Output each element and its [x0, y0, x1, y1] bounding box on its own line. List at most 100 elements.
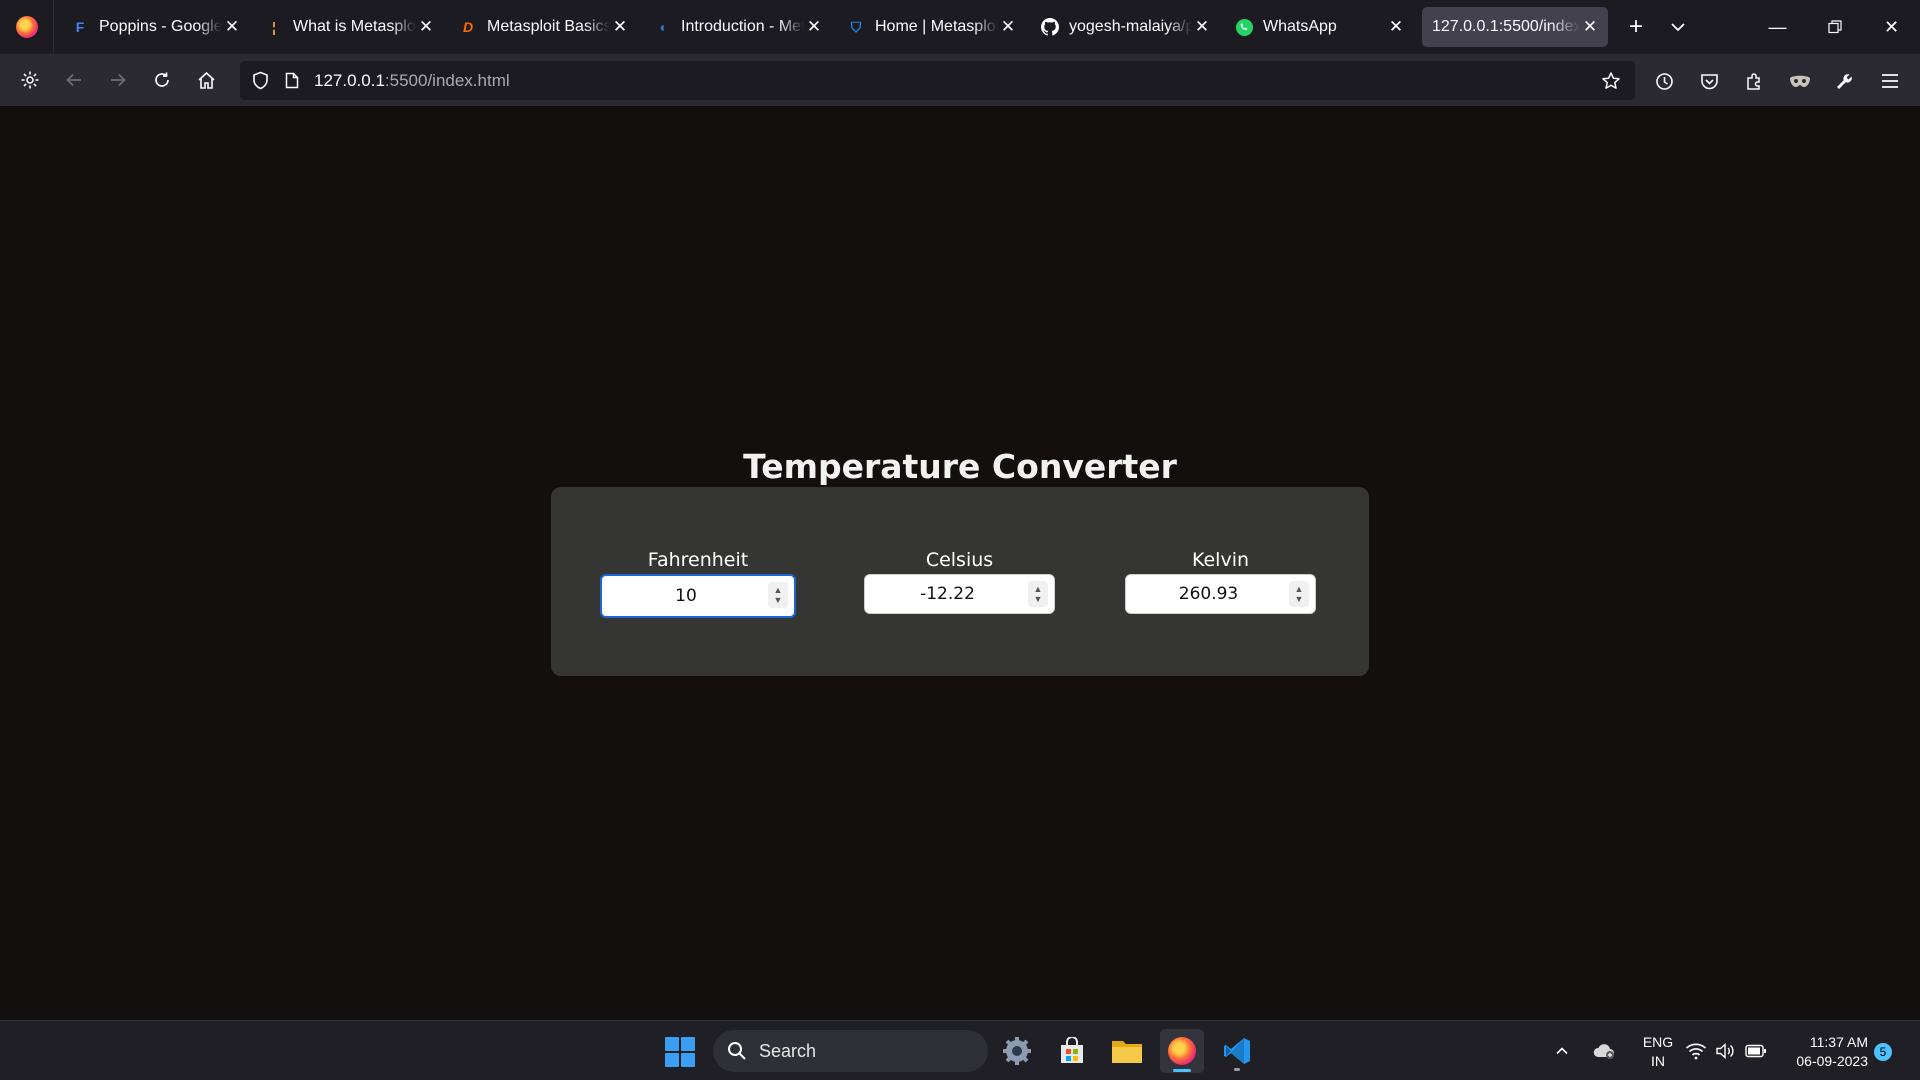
chevron-up-icon: [1556, 1047, 1568, 1055]
taskbar-vscode[interactable]: [1215, 1029, 1259, 1073]
close-icon[interactable]: ✕: [1386, 17, 1406, 37]
page-title: Temperature Converter: [743, 447, 1177, 486]
tab-title: 127.0.0.1:5500/index.html: [1432, 18, 1580, 35]
close-icon[interactable]: ✕: [804, 17, 824, 37]
notification-badge[interactable]: 5: [1874, 1043, 1892, 1061]
taskbar-search[interactable]: Search: [713, 1030, 988, 1072]
tab-title: Introduction - Metasploit: [681, 18, 804, 35]
language-indicator[interactable]: ENG IN: [1636, 1033, 1680, 1071]
celsius-input[interactable]: [865, 575, 1054, 613]
spinner-up-icon: ▲: [1294, 584, 1304, 594]
system-tray: [1548, 1021, 1626, 1080]
vscode-icon: [1224, 1038, 1250, 1064]
onedrive-status-button[interactable]: [1582, 1042, 1626, 1060]
firefox-view-button[interactable]: [0, 0, 54, 54]
arrow-left-icon: [66, 73, 81, 87]
running-app-indicator: [1234, 1068, 1240, 1071]
taskbar-store-app[interactable]: [1050, 1029, 1094, 1073]
home-button[interactable]: [184, 60, 228, 100]
mask-icon: [1789, 75, 1810, 87]
fahrenheit-input-box: ▲▼: [600, 574, 796, 618]
spinner-up-icon: ▲: [1033, 584, 1043, 594]
back-button[interactable]: [52, 60, 96, 100]
pocket-button[interactable]: [1687, 61, 1732, 101]
whatsapp-icon: [1234, 17, 1254, 37]
app-menu-button[interactable]: [1867, 61, 1912, 101]
list-all-tabs-button[interactable]: [1658, 7, 1698, 47]
taskbar-settings-app[interactable]: [995, 1029, 1039, 1073]
clock-icon: [1656, 72, 1673, 90]
reload-icon: [155, 72, 169, 87]
devtools-button[interactable]: [1822, 61, 1867, 101]
clock-time: 11:37 AM: [1809, 1034, 1868, 1050]
spinner-down-icon: ▼: [1033, 594, 1043, 604]
close-icon[interactable]: ✕: [1580, 17, 1600, 37]
quick-settings-button[interactable]: [1685, 1021, 1767, 1080]
page-info-button[interactable]: [276, 61, 308, 100]
arrow-right-icon: [111, 73, 126, 87]
close-icon[interactable]: ✕: [998, 17, 1018, 37]
new-tab-button[interactable]: +: [1616, 7, 1656, 47]
close-window-button[interactable]: ✕: [1863, 0, 1920, 54]
tab-active-localhost[interactable]: 127.0.0.1:5500/index.html ✕: [1422, 7, 1608, 47]
fahrenheit-input[interactable]: [602, 576, 794, 616]
clock[interactable]: 11:37 AM 06-09-2023: [1778, 1033, 1868, 1071]
active-app-indicator: [1173, 1069, 1191, 1072]
navigation-toolbar: 127.0.0.1:5500/index.html: [0, 54, 1920, 107]
reload-button[interactable]: [140, 60, 184, 100]
wifi-icon: [1685, 1043, 1707, 1060]
metasploit-basics-icon: D: [462, 19, 474, 35]
tab-github-yogesh[interactable]: yogesh-malaiya/p ✕: [1034, 7, 1220, 47]
restore-button[interactable]: [1806, 0, 1863, 54]
close-icon[interactable]: ✕: [416, 17, 436, 37]
shield-icon: [252, 71, 268, 90]
forward-button[interactable]: [96, 60, 140, 100]
tab-title: Home | Metasploit: [875, 18, 998, 35]
intro-doc-icon: ◖: [657, 19, 667, 35]
tab-metasploit-basics[interactable]: D Metasploit Basics ✕: [452, 7, 638, 47]
chevron-down-icon: [1671, 23, 1685, 32]
show-hidden-icons-button[interactable]: [1548, 1044, 1576, 1058]
settings-button[interactable]: [8, 60, 52, 100]
history-button[interactable]: [1642, 61, 1687, 101]
close-icon[interactable]: ✕: [610, 17, 630, 37]
cloud-sync-icon: [1593, 1044, 1614, 1059]
fahrenheit-spinner[interactable]: ▲ ▼: [768, 582, 788, 608]
search-label: Search: [759, 1040, 817, 1061]
store-icon: [1061, 1037, 1083, 1063]
settings-gear-icon: [1003, 1037, 1031, 1065]
address-bar[interactable]: 127.0.0.1:5500/index.html: [240, 61, 1635, 100]
close-icon[interactable]: ✕: [1192, 17, 1212, 37]
search-icon: [728, 1042, 746, 1060]
tab-title: Metasploit Basics: [487, 18, 610, 35]
kelvin-spinner[interactable]: ▲ ▼: [1289, 581, 1309, 607]
minimize-icon: —: [1768, 16, 1787, 37]
github-icon: [1040, 17, 1060, 37]
tab-whatsapp[interactable]: WhatsApp ✕: [1228, 7, 1414, 47]
minimize-button[interactable]: —: [1749, 0, 1806, 54]
start-button[interactable]: [665, 1037, 695, 1067]
fahrenheit-field: Fahrenheit ▲▼: [600, 549, 796, 618]
bookmark-button[interactable]: [1595, 61, 1627, 100]
private-mask-button[interactable]: [1777, 61, 1822, 101]
windows-logo-pane: [665, 1037, 679, 1051]
spinner-down-icon: ▼: [1294, 594, 1304, 604]
kelvin-field: Kelvin ▲▼: [1125, 549, 1316, 614]
tab-what-is-metasploit[interactable]: ¦ What is Metasploit ✕: [258, 7, 444, 47]
url-path: :5500/index.html: [384, 70, 510, 90]
battery-icon: [1745, 1044, 1766, 1058]
tab-strip: F Poppins - Google Fonts ✕ ¦ What is Met…: [0, 0, 1920, 54]
tab-introduction-metasploit[interactable]: ◖ Introduction - Metasploit ✕: [646, 7, 832, 47]
kelvin-input[interactable]: [1126, 575, 1315, 613]
tab-home-metasploit[interactable]: ⛉ Home | Metasploit ✕: [840, 7, 1026, 47]
taskbar: Search ENG IN 11:37 AM 06-09-2023 5: [0, 1020, 1920, 1080]
tracking-protection-button[interactable]: [244, 61, 276, 100]
tab-poppins-google-fonts[interactable]: F Poppins - Google Fonts ✕: [64, 7, 250, 47]
taskbar-file-explorer[interactable]: [1105, 1029, 1149, 1073]
extensions-button[interactable]: [1732, 61, 1777, 101]
region-code: IN: [1651, 1053, 1665, 1069]
celsius-spinner[interactable]: ▲ ▼: [1028, 581, 1048, 607]
close-icon[interactable]: ✕: [222, 17, 242, 37]
page-icon: [285, 72, 299, 89]
taskbar-firefox[interactable]: [1160, 1029, 1204, 1073]
